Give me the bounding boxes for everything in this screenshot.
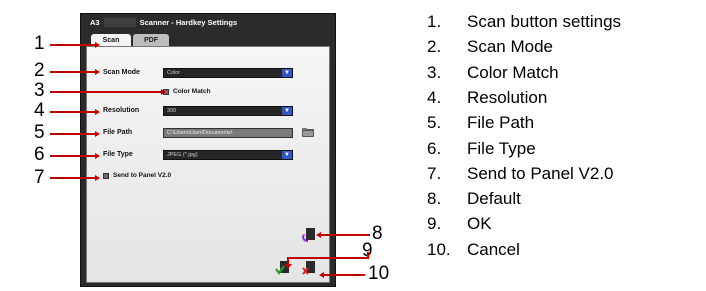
scan-settings-panel: Scan Mode Color ▼ Color Match Resolution… (86, 46, 330, 283)
legend-number: 3. (427, 62, 442, 82)
callout-4: 4 (34, 100, 45, 121)
legend-number: 4. (427, 87, 442, 107)
legend-text: Cancel (467, 239, 520, 259)
chevron-down-icon: ▼ (282, 151, 292, 159)
legend-number: 6. (427, 138, 442, 158)
legend-number: 10. (427, 239, 451, 259)
leader-line-10 (319, 272, 365, 278)
leader-line-6 (50, 153, 100, 159)
tab-pdf[interactable]: PDF (133, 34, 169, 46)
legend-number: 1. (427, 12, 442, 31)
leader-line-3 (50, 89, 166, 95)
title-bar: A3 Scanner - Hardkey Settings (81, 14, 335, 31)
legend-number: 9. (427, 214, 442, 234)
chevron-down-icon: ▼ (282, 107, 292, 115)
file-path-field[interactable]: C:\Users\User\Documents\ (163, 128, 293, 138)
file-path-label: File Path (103, 129, 133, 136)
legend-text: File Path (467, 113, 535, 133)
leader-line-1 (50, 42, 100, 48)
callout-10: 10 (368, 263, 390, 284)
title-prefix: A3 (90, 18, 100, 27)
leader-line-9 (284, 252, 369, 269)
hardkey-settings-window: A3 Scanner - Hardkey Settings Scan PDF S… (80, 13, 336, 287)
leader-line-7 (50, 175, 100, 181)
scan-mode-label: Scan Mode (103, 69, 140, 76)
legend-text: Color Match (467, 62, 559, 82)
callout-6: 6 (34, 144, 45, 165)
leader-line-4 (50, 109, 100, 115)
folder-browse-icon[interactable] (301, 127, 315, 138)
title-redaction (103, 18, 136, 27)
callout-7: 7 (34, 167, 45, 188)
scan-mode-select[interactable]: Color ▼ (163, 68, 293, 78)
chevron-down-icon: ▼ (282, 69, 292, 77)
file-type-label: File Type (103, 151, 133, 158)
leader-line-2 (50, 69, 100, 75)
resolution-label: Resolution (103, 107, 140, 114)
legend-number: 2. (427, 37, 442, 57)
callout-1: 1 (34, 33, 45, 54)
default-icon[interactable] (301, 227, 317, 243)
legend-text: Scan Mode (467, 37, 553, 57)
leader-line-8 (316, 232, 370, 238)
leader-line-5 (50, 131, 100, 137)
color-match-label: Color Match (173, 88, 211, 95)
file-type-value: JPEG (*.jpg) (167, 152, 198, 158)
resolution-value: 300 (167, 108, 177, 114)
file-type-select[interactable]: JPEG (*.jpg) ▼ (163, 150, 293, 160)
legend-text: Scan button settings (467, 12, 622, 31)
resolution-select[interactable]: 300 ▼ (163, 106, 293, 116)
legend-number: 7. (427, 163, 442, 183)
send-to-panel-checkbox[interactable] (103, 173, 109, 179)
legend-text: Send to Panel V2.0 (467, 163, 614, 183)
callout-2: 2 (34, 60, 45, 81)
window-title: Scanner - Hardkey Settings (139, 18, 238, 27)
legend-number: 8. (427, 189, 442, 209)
callout-3: 3 (34, 80, 45, 101)
legend-number: 5. (427, 113, 442, 133)
legend-text: Resolution (467, 87, 548, 107)
send-to-panel-label: Send to Panel V2.0 (113, 172, 172, 179)
legend-text: File Type (467, 138, 536, 158)
callout-5: 5 (34, 122, 45, 143)
legend-text: OK (467, 214, 492, 234)
callout-8: 8 (372, 223, 383, 244)
legend-text: Default (467, 189, 521, 209)
scan-mode-value: Color (167, 70, 181, 76)
